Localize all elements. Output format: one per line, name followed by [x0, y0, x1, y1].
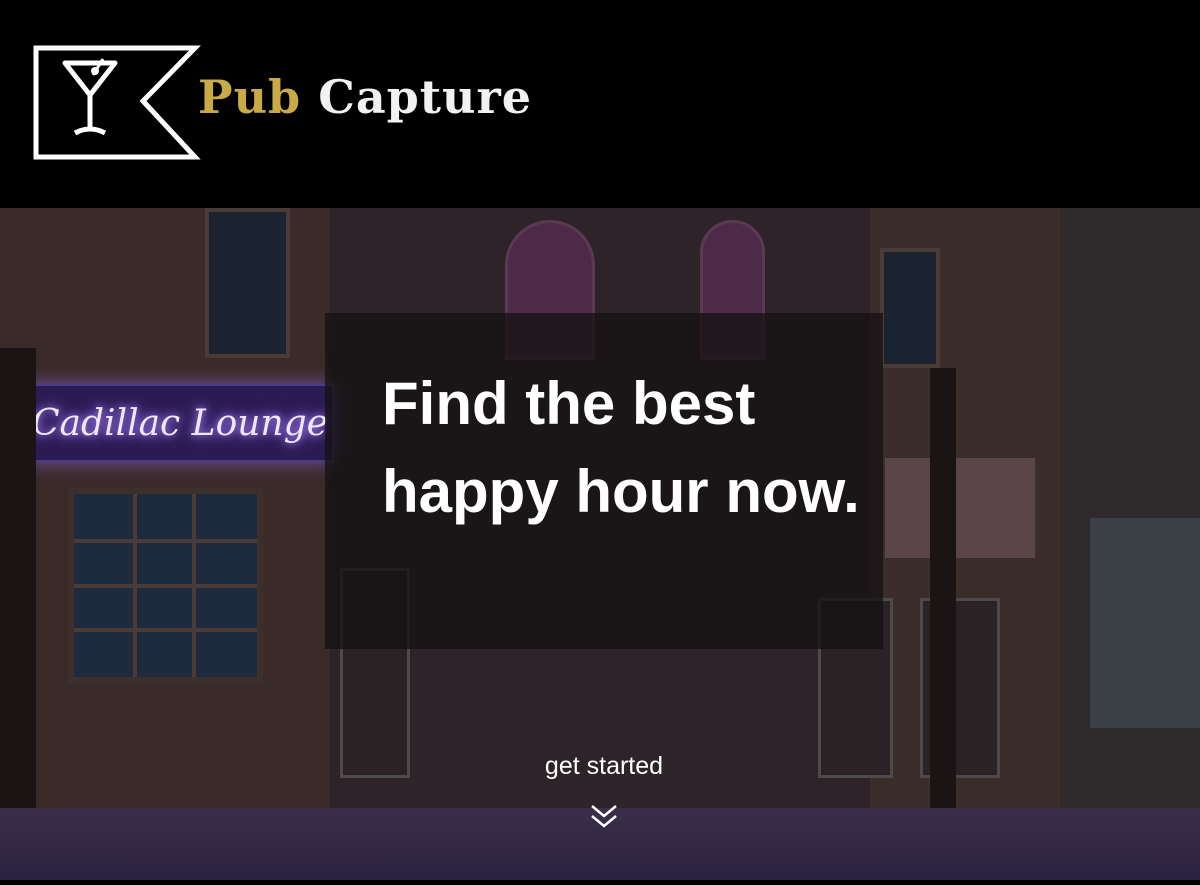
upper-window — [880, 248, 940, 368]
brand-part-pub: Pub — [198, 70, 302, 124]
tree-trunk — [0, 348, 36, 828]
brand-part-capture: Capture — [318, 70, 532, 124]
double-chevron-down-icon[interactable] — [588, 800, 620, 832]
awning — [885, 458, 1035, 558]
bar-window — [68, 488, 263, 683]
tree-trunk — [930, 368, 956, 838]
upper-window — [205, 208, 290, 358]
neon-sign: Cadillac Lounge — [24, 384, 334, 462]
brand-name[interactable]: Pub Capture — [198, 70, 532, 124]
get-started-link[interactable]: get started — [520, 752, 688, 781]
site-header: Pub Capture — [0, 0, 1200, 208]
hero-headline: Find the best happy hour now. — [382, 370, 860, 525]
logo-link[interactable] — [33, 45, 201, 160]
cocktail-glass-icon — [33, 45, 201, 160]
shop-window — [1090, 518, 1200, 728]
footer-strip — [0, 880, 1200, 885]
